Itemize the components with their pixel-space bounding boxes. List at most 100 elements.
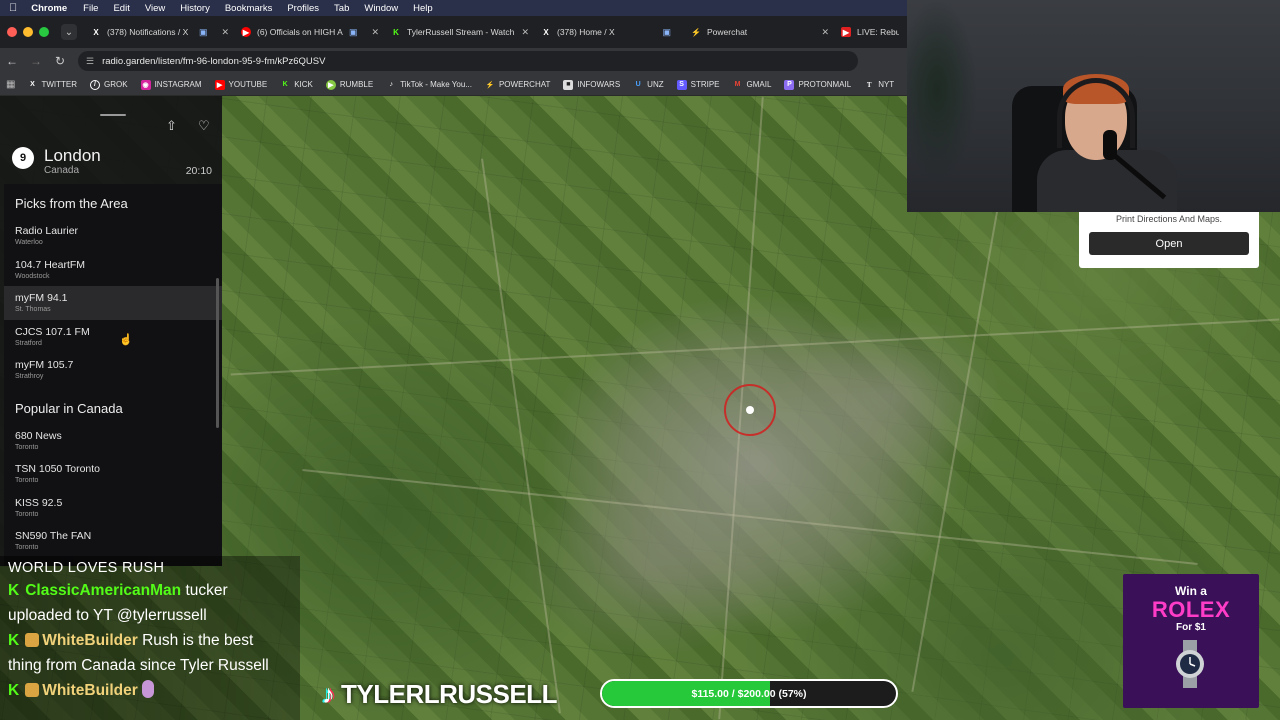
share-icon[interactable]: ⇧ xyxy=(166,118,177,134)
rumble-icon: ▶ xyxy=(325,79,336,90)
youtube-icon: ▶ xyxy=(241,27,251,37)
bookmark-rumble[interactable]: ▶ RUMBLE xyxy=(325,79,373,90)
station-item[interactable]: SN590 The FAN Toronto xyxy=(4,524,222,558)
donation-goal-bar: $115.00 / $200.00 (57%) xyxy=(600,679,898,708)
picture-in-picture-icon[interactable]: ▣ xyxy=(662,27,671,38)
tab-notifications[interactable]: X (378) Notifications / X ▣ ✕ xyxy=(85,16,235,48)
map-road xyxy=(481,158,561,714)
emote-icon xyxy=(25,683,40,697)
tiktok-icon: ♪ xyxy=(389,81,393,88)
tab-strip: ⌄ X (378) Notifications / X ▣ ✕ ▶ (6) Of… xyxy=(0,16,907,48)
station-item[interactable]: CJCS 107.1 FM Stratford xyxy=(4,320,222,354)
picture-in-picture-icon[interactable]: ▣ xyxy=(349,27,358,38)
address-bar[interactable]: ☰ radio.garden/listen/fm-96-london-95-9-… xyxy=(78,51,858,71)
tab-close-icon[interactable]: ✕ xyxy=(221,27,229,38)
station-item[interactable]: KISS 92.5 Toronto xyxy=(4,491,222,525)
tab-youtube[interactable]: ▶ (6) Officials on HIGH AL ▣ ✕ xyxy=(235,16,385,48)
menu-help[interactable]: Help xyxy=(413,3,433,14)
bookmark-unz[interactable]: U UNZ xyxy=(633,80,664,90)
back-arrow-icon[interactable]: ← xyxy=(0,54,24,68)
station-panel: ⇧ ♡ 9 London Canada 20:10 Picks from the… xyxy=(0,96,222,566)
apps-grid-icon[interactable]: ▦ xyxy=(6,79,15,90)
emote-icon xyxy=(141,680,154,698)
tab-kick-stream[interactable]: K TylerRussell Stream - Watch ✕ xyxy=(385,16,535,48)
bookmark-gmail[interactable]: M GMAIL xyxy=(733,80,772,90)
tiktok-icon: ♪ xyxy=(322,678,335,709)
unz-icon: U xyxy=(635,81,641,88)
bookmark-twitter[interactable]: X TWITTER xyxy=(27,80,77,90)
panel-header: ⇧ ♡ 9 London Canada 20:10 xyxy=(0,96,222,184)
macos-menubar:  Chrome File Edit View History Bookmark… xyxy=(0,0,907,16)
bookmark-protonmail[interactable]: P PROTONMAIL xyxy=(784,79,851,90)
ad-brand: ROLEX xyxy=(1151,597,1231,622)
app-name[interactable]: Chrome xyxy=(31,3,67,14)
station-dot[interactable] xyxy=(746,406,754,414)
place-name: London xyxy=(44,146,101,165)
tab-close-icon[interactable]: ✕ xyxy=(371,27,379,38)
bookmark-kick[interactable]: K KICK xyxy=(280,80,313,90)
rolex-giveaway-ad[interactable]: Win a ROLEX For $1 xyxy=(1123,574,1259,708)
menu-tab[interactable]: Tab xyxy=(334,3,349,14)
menu-view[interactable]: View xyxy=(145,3,165,14)
map-road xyxy=(911,140,1011,692)
minimize-window-button[interactable] xyxy=(23,27,33,37)
kick-badge-icon: K xyxy=(8,582,20,599)
station-item[interactable]: 104.7 HeartFM Woodstock xyxy=(4,253,222,287)
bookmark-instagram[interactable]: ◉ INSTAGRAM xyxy=(140,79,202,90)
drag-handle[interactable] xyxy=(100,114,126,116)
forward-arrow-icon[interactable]: → xyxy=(24,54,48,68)
station-item[interactable]: 680 News Toronto xyxy=(4,424,222,458)
chat-continuation: uploaded to YT @tylerrussell xyxy=(8,607,207,624)
powerchat-icon: ⚡ xyxy=(691,27,701,37)
instagram-icon: ◉ xyxy=(140,79,151,90)
panel-scrollbar[interactable] xyxy=(216,278,219,428)
map-ad-card: Print Directions And Maps. Open xyxy=(1079,212,1259,268)
bookmark-youtube[interactable]: ▶ YOUTUBE xyxy=(214,79,267,90)
chat-truncated-line: WORLD LOVES RUSH xyxy=(8,560,165,576)
chat-message: K ClassicAmericanMan tucker xyxy=(8,578,292,603)
menu-bookmarks[interactable]: Bookmarks xyxy=(225,3,273,14)
bookmark-nyt[interactable]: T NYT xyxy=(864,80,894,90)
tab-home-x[interactable]: X (378) Home / X ▣ xyxy=(535,16,685,48)
apple-icon[interactable]:  xyxy=(9,2,17,14)
tab-close-icon[interactable]: ✕ xyxy=(821,27,829,38)
hand-cursor-icon: ☝ xyxy=(119,334,133,346)
close-window-button[interactable] xyxy=(7,27,17,37)
stream-chat-overlay: WORLD LOVES RUSH K ClassicAmericanMan tuc… xyxy=(0,556,300,720)
wristwatch-icon xyxy=(1176,640,1204,688)
station-item[interactable]: TSN 1050 Toronto Toronto xyxy=(4,457,222,491)
tab-powerchat[interactable]: ⚡ Powerchat ✕ xyxy=(685,16,835,48)
station-list: Picks from the Area Radio Laurier Waterlo… xyxy=(4,184,222,566)
bookmark-infowars[interactable]: ■ INFOWARS xyxy=(563,79,620,90)
bookmark-grok[interactable]: / GROK xyxy=(90,79,128,90)
map-road xyxy=(302,468,1198,566)
menu-file[interactable]: File xyxy=(83,3,98,14)
tab-search-button[interactable]: ⌄ xyxy=(61,24,77,40)
menu-edit[interactable]: Edit xyxy=(113,3,129,14)
menu-profiles[interactable]: Profiles xyxy=(287,3,319,14)
zoom-window-button[interactable] xyxy=(39,27,49,37)
station-item[interactable]: myFM 94.1 St. Thomas xyxy=(4,286,222,320)
x-logo-icon: X xyxy=(30,81,35,88)
bookmark-tiktok[interactable]: ♪ TikTok - Make You... xyxy=(386,80,471,90)
bookmark-powerchat[interactable]: ⚡ POWERCHAT xyxy=(485,80,551,90)
grok-icon: / xyxy=(90,79,100,90)
heart-icon[interactable]: ♡ xyxy=(198,118,210,134)
station-item[interactable]: myFM 105.7 Strathroy xyxy=(4,353,222,387)
emote-icon xyxy=(25,633,40,647)
site-info-icon[interactable]: ☰ xyxy=(86,56,94,67)
picture-in-picture-icon[interactable]: ▣ xyxy=(199,27,208,38)
tab-close-icon[interactable]: ✕ xyxy=(521,27,529,38)
reload-icon[interactable]: ↻ xyxy=(48,54,72,68)
station-count-badge: 9 xyxy=(12,147,34,169)
bookmark-stripe[interactable]: S STRIPE xyxy=(676,79,720,90)
ad-text: Print Directions And Maps. xyxy=(1115,214,1223,224)
tab-live-rebuild[interactable]: ▶ LIVE: Rebuild xyxy=(835,16,905,48)
chat-username: WhiteBuilder xyxy=(42,682,138,699)
kick-icon: K xyxy=(393,27,399,37)
ad-open-button[interactable]: Open xyxy=(1089,232,1249,255)
menu-window[interactable]: Window xyxy=(364,3,398,14)
menu-history[interactable]: History xyxy=(180,3,210,14)
station-item[interactable]: Radio Laurier Waterloo xyxy=(4,219,222,253)
gmail-icon: M xyxy=(734,81,741,88)
